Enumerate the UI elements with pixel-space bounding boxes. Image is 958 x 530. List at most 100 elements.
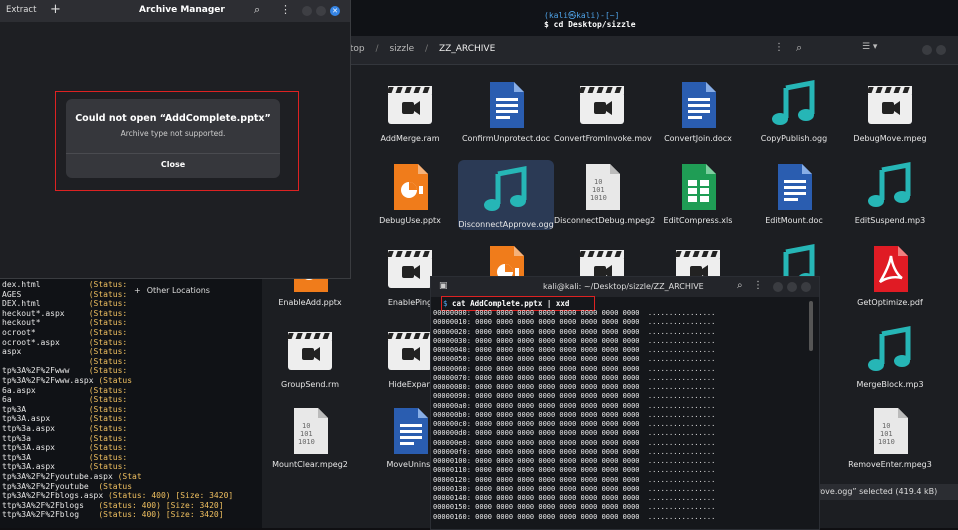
other-locations-label: Other Locations [146,286,210,295]
video-file-icon [576,78,628,130]
hex-line: 00000080: 0000 0000 0000 0000 0000 0000 … [433,383,716,391]
file-item[interactable]: GetOptimize.pdf [842,242,938,308]
maximize-icon[interactable] [316,6,326,16]
breadcrumb-item[interactable]: ZZ_ARCHIVE [439,44,495,54]
terminal-line: DEX.html (Status: [2,299,127,309]
terminal-path: heckout*.aspx [2,308,89,318]
scrollbar[interactable] [809,301,813,351]
menu-icon[interactable]: ⋮ [753,280,763,291]
terminal-path: ttp%3A.aspx [2,462,89,472]
minimize-icon[interactable] [773,282,783,292]
terminal-line: tp%3A%2F%2Fwww.aspx (Status [2,376,132,386]
terminal-path: 6a [2,395,89,405]
svg-text:10: 10 [882,422,890,430]
svg-text:1010: 1010 [298,438,315,446]
terminal-status: (Status: [88,328,128,337]
minimize-icon[interactable] [302,6,312,16]
file-item[interactable]: GroupSend.rm [262,324,358,390]
add-icon[interactable]: + [50,2,61,17]
file-item[interactable]: 10 101 1010 RemoveEnter.mpeg3 [842,404,938,470]
terminal-line: ttp%3A.aspx (Status: [2,462,127,472]
archive-manager-window: Extract + Archive Manager ⌕ ⋮ ✕ Could no… [0,0,351,279]
file-item[interactable]: AddMerge.ram [362,78,458,144]
terminal-status: (Status: [88,347,128,357]
file-item[interactable]: EditMount.doc [746,160,842,226]
close-icon[interactable]: ✕ [330,6,340,16]
terminal-path: ttp%3A%2F%2Fblogs [2,500,99,510]
terminal-status: (Status: [88,299,128,309]
file-item[interactable]: 10 101 1010 MountClear.mpeg2 [262,404,358,470]
terminal-path: AGES [2,289,89,299]
terminal-line: (Status: [2,356,128,367]
video-file-icon [384,242,436,294]
video-file-icon [384,324,436,376]
file-name: EditMount.doc [765,216,823,225]
xxd-terminal-window: ▣ kali@kali: ~/Desktop/sizzle/ZZ_ARCHIVE… [430,276,820,530]
terminal-line: ttp%3A (Status: [2,453,127,463]
view-icon[interactable]: ☰ ▾ [862,42,877,52]
hex-line: 000000c0: 0000 0000 0000 0000 0000 0000 … [433,420,716,428]
extract-button[interactable]: Extract [6,5,36,15]
terminal-status: (Stat [117,472,142,481]
terminal-path: ttp%3A.aspx [2,443,89,453]
terminal-status: (Status: [88,404,128,414]
terminal-path: tp%3A [2,404,89,414]
hex-output: 00000000: 0000 0000 0000 0000 0000 0000 … [431,309,811,527]
file-item[interactable]: EditSuspend.mp3 [842,160,938,226]
file-item[interactable]: DebugUse.pptx [362,160,458,226]
terminal-status: (Status: [88,318,128,328]
terminal-status: (Status: [88,443,128,453]
hex-line: 00000100: 0000 0000 0000 0000 0000 0000 … [433,457,716,465]
file-item[interactable]: DebugMove.mpeg [842,78,938,144]
dialog-message: Archive type not supported. [120,129,226,138]
file-item[interactable]: ConvertFromInvoke.mov [554,78,652,144]
maximize-icon[interactable] [936,45,946,55]
svg-text:10: 10 [594,178,602,186]
audio-file-icon [864,160,916,212]
file-item[interactable]: ConfirmUnprotect.doc [458,78,554,144]
close-button[interactable]: Close [66,160,280,169]
minimize-icon[interactable] [922,45,932,55]
file-name: CopyPublish.ogg [760,134,828,143]
file-item[interactable]: 10 101 1010 DisconnectDebug.mpeg2 [554,160,656,226]
audio-file-icon [864,324,916,376]
terminal-status: (Status: [88,337,128,347]
search-icon[interactable]: ⌕ [737,280,743,291]
terminal-path: ttp%3A%2F%2Fblog [2,510,99,520]
terminal-path: tp%3A.aspx [2,414,89,424]
file-item[interactable]: CopyPublish.ogg [746,78,842,144]
file-item[interactable]: ConvertJoin.docx [650,78,746,144]
hex-line: 00000130: 0000 0000 0000 0000 0000 0000 … [433,484,716,493]
file-item[interactable]: DisconnectApprove.ogg [458,160,554,230]
close-icon[interactable] [801,282,811,292]
video-file-icon [384,78,436,130]
terminal-status: (Status: [88,414,128,424]
file-item[interactable]: MergeBlock.mp3 [842,324,938,390]
search-icon[interactable]: ⌕ [254,3,260,17]
file-name: DisconnectApprove.ogg [458,220,554,229]
hex-line: 00000140: 0000 0000 0000 0000 0000 0000 … [433,494,716,502]
svg-text:101: 101 [880,430,893,438]
menu-icon[interactable]: ⋮ [280,3,291,16]
terminal-status: (Status: 400) [Size: 3420] [107,491,234,501]
maximize-icon[interactable] [787,282,797,292]
file-name: ConfirmUnprotect.doc [461,134,551,143]
plus-icon: + [134,286,141,295]
svg-text:101: 101 [300,430,313,438]
menu-icon[interactable]: ⋮ [774,42,784,53]
sidebar-item-other-locations[interactable]: + Other Locations [134,286,210,295]
file-item[interactable]: EditCompress.xls [650,160,746,226]
hex-line: 00000150: 0000 0000 0000 0000 0000 0000 … [433,503,716,512]
terminal-status: (Status: [88,385,128,395]
terminal-line: ocroot* (Status: [2,328,127,338]
terminal-line: tp%3A%2F%2Fyoutube (Status [2,482,132,492]
file-name: GroupSend.rm [281,380,339,389]
terminal-status: (Status: 400) [Size: 3420] [98,510,224,520]
search-icon[interactable]: ⌕ [796,41,802,55]
terminal-path: 6a.aspx [2,385,89,395]
file-name: DisconnectDebug.mpeg2 [554,216,656,225]
breadcrumb-item[interactable]: sizzle [389,44,414,54]
terminal-status: (Status: [88,308,128,318]
terminal-status: (Status: [88,356,128,366]
terminal-line: tp%3A%2F%2Fblogs.aspx (Status: 400) [Siz… [2,491,233,501]
